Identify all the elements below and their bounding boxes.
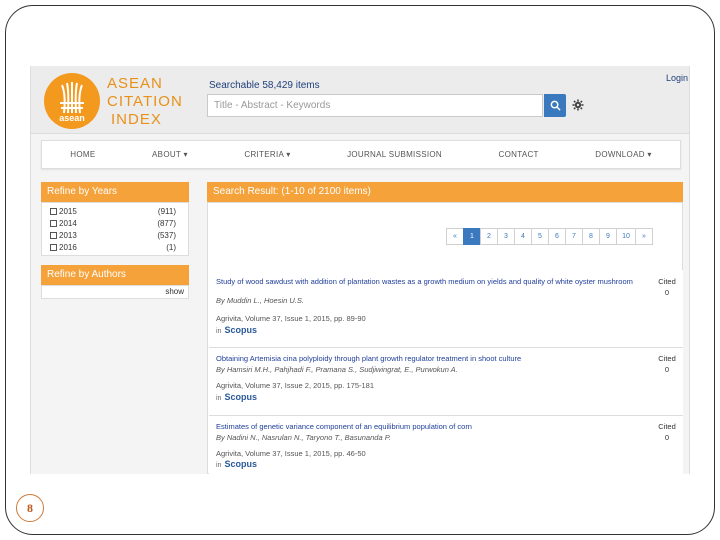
cited-label: Cited [658,422,676,431]
results-header: Search Result: (1-10 of 2100 items) [207,182,683,202]
scopus-label: Scopus [224,325,257,335]
refine-years-panel: 2015 (911) 2014 (877) 2013 (537) 2016 (1… [41,202,189,256]
year-label: 2016 [59,243,77,252]
cited-count: 0 [664,365,670,374]
result-title[interactable]: Obtaining Artemisia cina polyploidy thro… [216,354,521,363]
indexed-prefix: in [216,462,222,469]
screenshot: asean ASEAN CITATION INDEX Searchable 58… [30,66,690,474]
year-label: 2013 [59,231,77,240]
nav-journal-submission[interactable]: JOURNAL SUBMISSION [347,150,442,159]
year-filter[interactable]: 2015 (911) [50,207,176,216]
result-title[interactable]: Study of wood sawdust with addition of p… [216,277,633,286]
result-item: Study of wood sawdust with addition of p… [209,270,683,348]
page-6[interactable]: 6 [548,228,566,245]
page-next[interactable]: » [635,228,653,245]
login-link[interactable]: Login [666,73,688,83]
year-count: (537) [157,231,176,240]
search-button[interactable] [544,94,566,117]
checkbox[interactable] [50,232,57,239]
indexed-prefix: in [216,395,222,402]
gear-icon [572,99,584,111]
page-3[interactable]: 3 [497,228,515,245]
result-item: Obtaining Artemisia cina polyploidy thro… [209,348,683,416]
pagination: « 1 2 3 4 5 6 7 8 9 10 » [446,228,653,245]
nav-criteria[interactable]: CRITERIA ▾ [244,150,290,159]
slide-page-number: 8 [16,494,44,522]
year-label: 2015 [59,207,77,216]
page-9[interactable]: 9 [599,228,617,245]
page-7[interactable]: 7 [565,228,583,245]
page-5[interactable]: 5 [531,228,549,245]
nav-download[interactable]: DOWNLOAD ▾ [595,150,651,159]
site-header: asean ASEAN CITATION INDEX Searchable 58… [31,66,689,134]
checkbox[interactable] [50,220,57,227]
scopus-badge[interactable]: in Scopus [216,459,257,469]
search-icon [550,100,561,111]
searchable-count: Searchable 58,429 items [209,80,320,91]
scopus-label: Scopus [224,459,257,469]
cited-label: Cited [658,354,676,363]
nav-about[interactable]: ABOUT ▾ [152,150,188,159]
result-title[interactable]: Estimates of genetic variance component … [216,422,472,431]
year-count: (1) [166,243,176,252]
show-authors-link[interactable]: show [165,287,184,296]
result-item: Estimates of genetic variance component … [209,416,683,474]
year-count: (877) [157,219,176,228]
scopus-badge[interactable]: in Scopus [216,392,257,402]
result-authors: By Nadini N., Nasrulan N., Taryono T., B… [216,433,391,442]
result-source: Agrivita, Volume 37, Issue 1, 2015, pp. … [216,314,366,323]
result-authors: By Muddin L., Hoesin U.S. [216,296,304,305]
site-title-line: CITATION [107,93,183,110]
site-title: ASEAN CITATION INDEX [107,75,202,129]
page-1[interactable]: 1 [463,228,481,245]
checkbox[interactable] [50,208,57,215]
page-8[interactable]: 8 [582,228,600,245]
year-label: 2014 [59,219,77,228]
scopus-label: Scopus [224,392,257,402]
year-filter[interactable]: 2013 (537) [50,231,176,240]
refine-years-header: Refine by Years [41,182,189,202]
cited-count: 0 [664,433,670,442]
logo-word: asean [59,113,85,123]
page-10[interactable]: 10 [616,228,636,245]
page-4[interactable]: 4 [514,228,532,245]
checkbox[interactable] [50,244,57,251]
asean-logo[interactable]: asean [44,73,100,129]
site-title-line: ASEAN [107,75,163,92]
result-authors: By Hamsiri M.H., Pahjhadi F., Pramana S.… [216,365,458,374]
page-2[interactable]: 2 [480,228,498,245]
result-source: Agrivita, Volume 37, Issue 1, 2015, pp. … [216,449,366,458]
year-filter[interactable]: 2014 (877) [50,219,176,228]
settings-button[interactable] [571,98,585,112]
main-nav: HOME ABOUT ▾ CRITERIA ▾ JOURNAL SUBMISSI… [41,140,681,169]
year-filter[interactable]: 2016 (1) [50,243,176,252]
cited-label: Cited [658,277,676,286]
scopus-badge[interactable]: in Scopus [216,325,257,335]
cited-count: 0 [664,288,670,297]
site-title-line: INDEX [111,111,162,128]
refine-authors-panel: show [41,285,189,299]
indexed-prefix: in [216,328,222,335]
nav-home[interactable]: HOME [70,150,95,159]
search-input[interactable]: Title - Abstract - Keywords [207,94,543,117]
result-source: Agrivita, Volume 37, Issue 2, 2015, pp. … [216,381,375,390]
page-prev[interactable]: « [446,228,464,245]
nav-contact[interactable]: CONTACT [499,150,539,159]
refine-authors-header: Refine by Authors [41,265,189,285]
year-count: (911) [157,207,176,216]
